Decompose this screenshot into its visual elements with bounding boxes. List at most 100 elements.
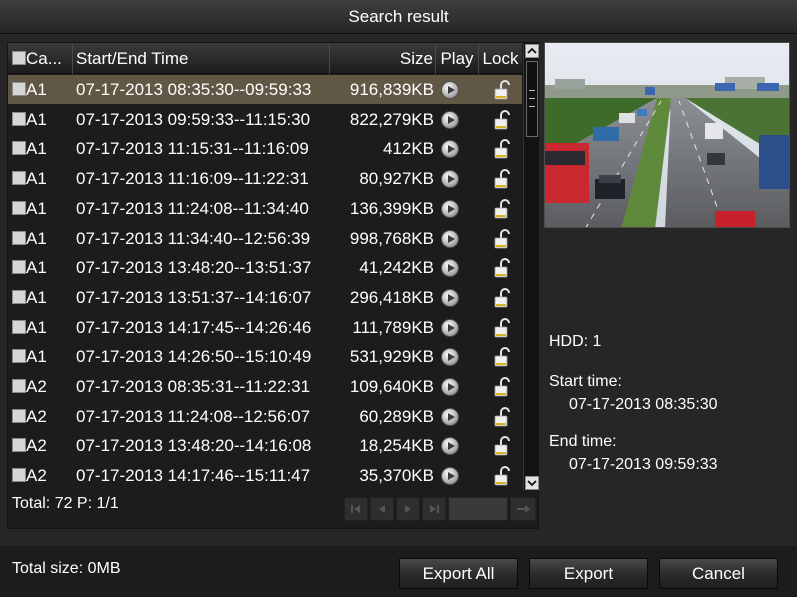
- cancel-button[interactable]: Cancel: [659, 558, 778, 589]
- unlocked-padlock-icon[interactable]: [492, 198, 514, 220]
- table-footer: Total: 72 P: 1/1: [8, 492, 538, 528]
- camera-label: A1: [26, 198, 47, 218]
- play-circle-icon[interactable]: [441, 199, 459, 218]
- row-checkbox[interactable]: [12, 349, 26, 364]
- time-range-cell: 07-17-2013 11:24:08--11:34:40: [76, 198, 309, 218]
- prev-page-button[interactable]: [370, 497, 394, 521]
- table-row[interactable]: A1 07-17-2013 09:59:33--11:15:30 822,279KB: [8, 105, 522, 134]
- row-checkbox[interactable]: [12, 379, 26, 393]
- unlocked-padlock-icon[interactable]: [492, 79, 514, 101]
- unlocked-padlock-icon[interactable]: [492, 317, 514, 339]
- unlocked-padlock-icon[interactable]: [492, 168, 514, 190]
- unlocked-padlock-icon[interactable]: [492, 435, 514, 457]
- last-page-button[interactable]: [422, 497, 446, 521]
- unlocked-padlock-icon[interactable]: [492, 287, 514, 309]
- play-circle-icon[interactable]: [441, 140, 459, 159]
- time-range-cell: 07-17-2013 08:35:30--09:59:33: [76, 80, 312, 99]
- unlocked-padlock-icon[interactable]: [492, 376, 514, 398]
- row-checkbox[interactable]: [12, 289, 26, 304]
- play-circle-icon[interactable]: [441, 229, 459, 248]
- table-row[interactable]: A1 07-17-2013 13:51:37--14:16:07 296,418KB: [8, 283, 522, 312]
- play-column-header: Play: [436, 43, 479, 74]
- row-checkbox[interactable]: [12, 408, 26, 423]
- camera-label: A1: [26, 228, 47, 248]
- camera-column-header[interactable]: Ca...: [8, 43, 73, 74]
- go-to-page-button[interactable]: [510, 497, 536, 521]
- camera-cell: A1: [12, 105, 72, 134]
- row-checkbox[interactable]: [12, 230, 26, 245]
- play-circle-icon[interactable]: [441, 407, 459, 426]
- row-checkbox[interactable]: [12, 319, 26, 334]
- unlocked-padlock-icon[interactable]: [492, 346, 514, 368]
- camera-cell: A1: [12, 134, 72, 163]
- time-range-cell: 07-17-2013 13:48:20--13:51:37: [76, 258, 312, 278]
- last-page-icon: [430, 505, 439, 513]
- hdd-label: HDD: 1: [549, 333, 602, 350]
- table-row[interactable]: A1 07-17-2013 11:15:31--11:16:09 412KB: [8, 134, 522, 163]
- row-checkbox[interactable]: [12, 200, 26, 215]
- table-row[interactable]: A1 07-17-2013 11:24:08--11:34:40 136,399KB: [8, 194, 522, 223]
- play-circle-icon[interactable]: [441, 81, 459, 99]
- play-circle-icon[interactable]: [441, 288, 459, 307]
- time-range-cell: 07-17-2013 13:51:37--14:16:07: [76, 287, 312, 307]
- play-circle-icon[interactable]: [441, 348, 459, 367]
- window-title: Search result: [0, 0, 797, 34]
- table-row[interactable]: A1 07-17-2013 13:48:20--13:51:37 41,242KB: [8, 253, 522, 282]
- camera-label: A1: [26, 109, 47, 129]
- play-circle-icon[interactable]: [441, 467, 459, 486]
- scroll-down-button[interactable]: [525, 476, 539, 490]
- table-row[interactable]: A1 07-17-2013 14:17:45--14:26:46 111,789KB: [8, 313, 522, 342]
- table-row[interactable]: A1 07-17-2013 14:26:50--15:10:49 531,929KB: [8, 342, 522, 371]
- scroll-up-button[interactable]: [525, 44, 539, 58]
- play-circle-icon[interactable]: [441, 259, 459, 278]
- unlocked-padlock-icon[interactable]: [492, 109, 514, 131]
- unlocked-padlock-icon[interactable]: [492, 228, 514, 250]
- table-row[interactable]: A2 07-17-2013 13:48:20--14:16:08 18,254KB: [8, 431, 522, 460]
- table-body: A1 07-17-2013 08:35:30--09:59:33 916,839KB…: [8, 75, 522, 491]
- export-all-button[interactable]: Export All: [399, 558, 518, 589]
- time-range-cell: 07-17-2013 14:17:45--14:26:46: [76, 317, 312, 337]
- camera-label: A2: [26, 466, 47, 486]
- time-range-cell: 07-17-2013 14:17:46--15:11:47: [76, 466, 311, 486]
- next-page-icon: [405, 505, 411, 513]
- time-column-header[interactable]: Start/End Time: [73, 43, 330, 74]
- play-circle-icon[interactable]: [441, 110, 459, 129]
- vertical-scrollbar[interactable]: [523, 43, 539, 491]
- table-row[interactable]: A2 07-17-2013 14:17:46--15:11:47 35,370KB: [8, 461, 522, 490]
- row-checkbox[interactable]: [12, 111, 26, 126]
- camera-cell: A1: [12, 342, 72, 371]
- row-checkbox[interactable]: [12, 171, 26, 186]
- file-size-cell: 18,254KB: [359, 436, 434, 456]
- file-size-cell: 998,768KB: [349, 228, 434, 248]
- unlocked-padlock-icon[interactable]: [492, 406, 514, 428]
- page-number-input[interactable]: [448, 497, 508, 521]
- play-circle-icon[interactable]: [441, 318, 459, 337]
- table-row[interactable]: A1 07-17-2013 08:35:30--09:59:33 916,839KB: [8, 75, 522, 104]
- camera-header-label: Ca...: [26, 49, 62, 68]
- play-circle-icon[interactable]: [441, 170, 459, 189]
- table-row[interactable]: A1 07-17-2013 11:16:09--11:22:31 80,927KB: [8, 164, 522, 193]
- unlocked-padlock-icon[interactable]: [492, 138, 514, 160]
- play-circle-icon[interactable]: [441, 378, 459, 396]
- row-checkbox[interactable]: [12, 260, 26, 275]
- row-checkbox[interactable]: [12, 438, 26, 453]
- time-range-cell: 07-17-2013 13:48:20--14:16:08: [76, 436, 312, 456]
- table-row[interactable]: A1 07-17-2013 11:34:40--12:56:39 998,768KB: [8, 224, 522, 253]
- export-button[interactable]: Export: [529, 558, 648, 589]
- unlocked-padlock-icon[interactable]: [492, 257, 514, 279]
- next-page-button[interactable]: [396, 497, 420, 521]
- row-checkbox[interactable]: [12, 141, 26, 156]
- chevron-up-icon: [527, 47, 537, 54]
- table-header: Ca... Start/End Time Size Play Lock: [8, 43, 522, 74]
- play-circle-icon[interactable]: [441, 437, 459, 456]
- table-row[interactable]: A2 07-17-2013 11:24:08--12:56:07 60,289KB: [8, 402, 522, 431]
- camera-label: A1: [26, 139, 47, 159]
- first-page-button[interactable]: [344, 497, 368, 521]
- row-checkbox[interactable]: [12, 82, 26, 96]
- select-all-checkbox[interactable]: [12, 51, 26, 65]
- size-column-header[interactable]: Size: [330, 43, 436, 74]
- table-row[interactable]: A2 07-17-2013 08:35:31--11:22:31 109,640KB: [8, 372, 522, 401]
- unlocked-padlock-icon[interactable]: [492, 465, 514, 487]
- row-checkbox[interactable]: [12, 468, 26, 483]
- scroll-thumb[interactable]: [526, 61, 538, 137]
